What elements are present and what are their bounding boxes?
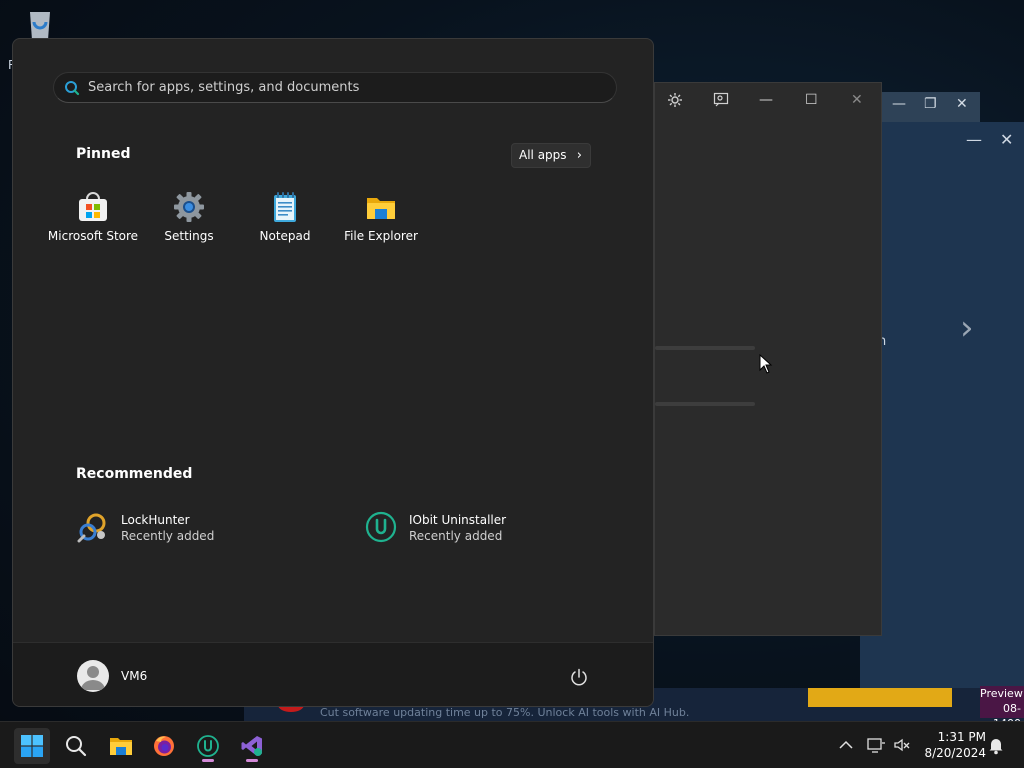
all-apps-label: All apps xyxy=(519,148,567,162)
chevron-right-icon: › xyxy=(576,148,582,163)
volume-muted-icon[interactable] xyxy=(892,735,912,755)
taskbar-firefox[interactable] xyxy=(146,728,182,764)
yellow-action-button[interactable] xyxy=(808,688,952,707)
user-avatar[interactable] xyxy=(77,660,109,692)
running-indicator xyxy=(246,759,258,762)
close-icon[interactable]: ✕ xyxy=(956,96,968,112)
pinned-title: Pinned xyxy=(76,146,131,162)
recommended-item-lockhunter[interactable]: LockHunter Recently added xyxy=(77,509,317,547)
loading-bar xyxy=(655,346,755,350)
power-icon xyxy=(571,668,587,686)
taskbar-visual-studio[interactable] xyxy=(234,728,270,764)
mouse-cursor-icon xyxy=(759,353,773,378)
minimize-icon[interactable]: — xyxy=(759,92,773,108)
pinned-app-label: File Explorer xyxy=(344,229,418,243)
close-icon[interactable]: ✕ xyxy=(851,92,863,108)
recommended-item-iobit-uninstaller[interactable]: IObit Uninstaller Recently added xyxy=(365,509,605,547)
search-icon xyxy=(64,80,80,100)
pinned-app-label: Notepad xyxy=(259,229,311,243)
promo-text: Cut software updating time up to 75%. Un… xyxy=(320,706,690,719)
lockhunter-icon xyxy=(77,511,109,543)
feedback-icon[interactable] xyxy=(713,92,729,112)
pinned-app-settings[interactable]: Settings xyxy=(141,187,237,251)
visual-studio-icon xyxy=(241,736,262,756)
notification-bell-icon[interactable] xyxy=(986,735,1006,755)
background-window[interactable]: — ✕ › n xyxy=(860,122,1024,688)
recommended-item-name: IObit Uninstaller xyxy=(409,513,507,527)
window-titlebar[interactable]: — ☐ ✕ xyxy=(655,83,881,121)
taskbar-clock[interactable]: 1:31 PM 8/20/2024 xyxy=(916,729,986,761)
preview-badge: Preview 08-1400 xyxy=(980,686,1024,730)
start-search-box[interactable] xyxy=(53,72,617,103)
chevron-up-icon xyxy=(839,740,853,749)
iobit-uninstaller-icon xyxy=(365,511,397,543)
network-icon[interactable] xyxy=(866,735,886,755)
firefox-icon xyxy=(154,736,174,756)
loading-bar xyxy=(655,402,755,406)
minimize-icon[interactable]: — xyxy=(966,130,982,149)
user-icon xyxy=(81,666,105,690)
user-name[interactable]: VM6 xyxy=(121,669,147,683)
taskbar-search-button[interactable] xyxy=(58,728,94,764)
settings-gear-icon xyxy=(173,191,205,223)
clock-date: 8/20/2024 xyxy=(924,746,986,760)
pinned-app-file-explorer[interactable]: File Explorer xyxy=(333,187,429,251)
running-indicator xyxy=(202,759,214,762)
preview-badge-line1: Preview xyxy=(980,687,1023,700)
chevron-right-icon[interactable]: › xyxy=(960,308,974,348)
clock-time: 1:31 PM xyxy=(937,730,986,744)
recycle-bin-icon[interactable] xyxy=(20,8,60,42)
taskbar-file-explorer[interactable] xyxy=(102,728,138,764)
recommended-item-subtitle: Recently added xyxy=(121,529,215,543)
pinned-app-label: Microsoft Store xyxy=(47,229,139,243)
close-icon[interactable]: ✕ xyxy=(1000,130,1013,149)
power-button[interactable] xyxy=(569,667,589,687)
pinned-app-microsoft-store[interactable]: Microsoft Store xyxy=(45,187,141,251)
taskbar: 1:31 PM 8/20/2024 xyxy=(0,721,1024,768)
recommended-title: Recommended xyxy=(76,466,193,482)
pinned-app-label: Settings xyxy=(164,229,214,243)
start-menu: Pinned All apps › Microsoft Store xyxy=(12,38,654,707)
search-icon xyxy=(66,736,87,757)
notepad-icon xyxy=(269,191,301,223)
windows-start-icon xyxy=(21,735,43,757)
search-input[interactable] xyxy=(88,73,608,102)
maximize-icon[interactable]: ☐ xyxy=(805,92,818,108)
start-menu-footer: VM6 xyxy=(13,642,653,706)
show-hidden-icons-button[interactable] xyxy=(836,735,856,755)
recommended-item-subtitle: Recently added xyxy=(409,529,503,543)
iobit-uninstaller-icon xyxy=(197,735,219,757)
all-apps-button[interactable]: All apps › xyxy=(511,143,591,168)
folder-icon xyxy=(365,191,397,223)
maximize-icon[interactable]: ❐ xyxy=(924,96,937,112)
recommended-item-name: LockHunter xyxy=(121,513,190,527)
microsoft-store-icon xyxy=(77,191,109,223)
taskbar-iobit-uninstaller[interactable] xyxy=(190,728,226,764)
background-window-titlebar[interactable]: — ❐ ✕ xyxy=(880,92,980,122)
taskbar-start-button[interactable] xyxy=(14,728,50,764)
minimize-icon[interactable]: — xyxy=(892,96,906,112)
settings-gear-icon[interactable] xyxy=(667,92,683,112)
folder-icon xyxy=(110,738,132,755)
pinned-app-notepad[interactable]: Notepad xyxy=(237,187,333,251)
